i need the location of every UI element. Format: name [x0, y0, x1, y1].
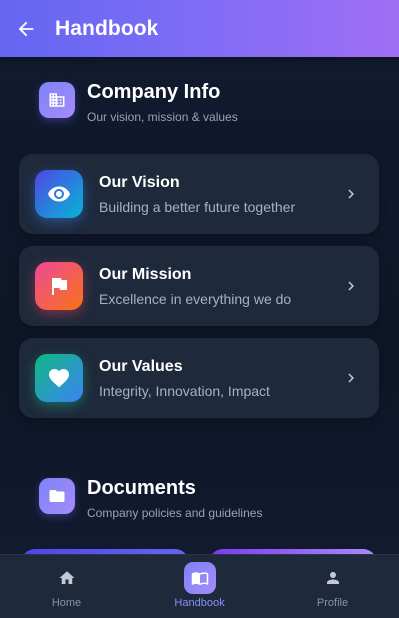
scroll-content[interactable]: Company Info Our vision, mission & value… [0, 57, 399, 554]
nav-label: Profile [316, 597, 349, 609]
values-card[interactable]: Our Values Integrity, Innovation, Impact [19, 338, 379, 418]
card-subtitle: Excellence in everything we do [99, 291, 292, 307]
card-title: Our Vision [99, 174, 180, 191]
section-title: Documents [87, 477, 196, 499]
section-subtitle: Company policies and guidelines [87, 506, 263, 520]
card-subtitle: Building a better future together [99, 199, 296, 215]
mission-card[interactable]: Our Mission Excellence in everything we … [19, 246, 379, 326]
company-info-header: Company Info Our vision, mission & value… [39, 80, 238, 124]
section-subtitle: Our vision, mission & values [87, 110, 238, 124]
card-subtitle: Integrity, Innovation, Impact [99, 383, 270, 399]
nav-item-home[interactable]: Home [0, 555, 133, 618]
app-bar: Handbook [0, 0, 399, 57]
card-title: Our Values [99, 358, 183, 375]
section-title: Company Info [87, 81, 221, 103]
flag-icon [35, 262, 83, 310]
folder-icon [39, 478, 75, 514]
book-icon [183, 562, 216, 594]
arrow-back-icon [18, 21, 34, 36]
eye-icon [35, 170, 83, 218]
chevron-right-icon [339, 366, 363, 390]
nav-item-profile[interactable]: Profile [266, 555, 399, 618]
back-button[interactable] [0, 0, 52, 57]
person-icon [317, 562, 349, 594]
heart-icon [35, 354, 83, 402]
documents-header: Documents Company policies and guideline… [39, 476, 262, 520]
chevron-right-icon [339, 274, 363, 298]
page-title: Handbook [55, 16, 159, 40]
nav-label: Handbook [174, 597, 225, 609]
nav-label: Home [51, 597, 82, 609]
vision-card[interactable]: Our Vision Building a better future toge… [19, 154, 379, 234]
bottom-navigation: Home Handbook Profile [0, 554, 399, 618]
building-icon [39, 82, 75, 118]
home-icon [51, 562, 83, 594]
nav-item-handbook[interactable]: Handbook [133, 555, 266, 618]
card-title: Our Mission [99, 266, 192, 283]
chevron-right-icon [339, 182, 363, 206]
